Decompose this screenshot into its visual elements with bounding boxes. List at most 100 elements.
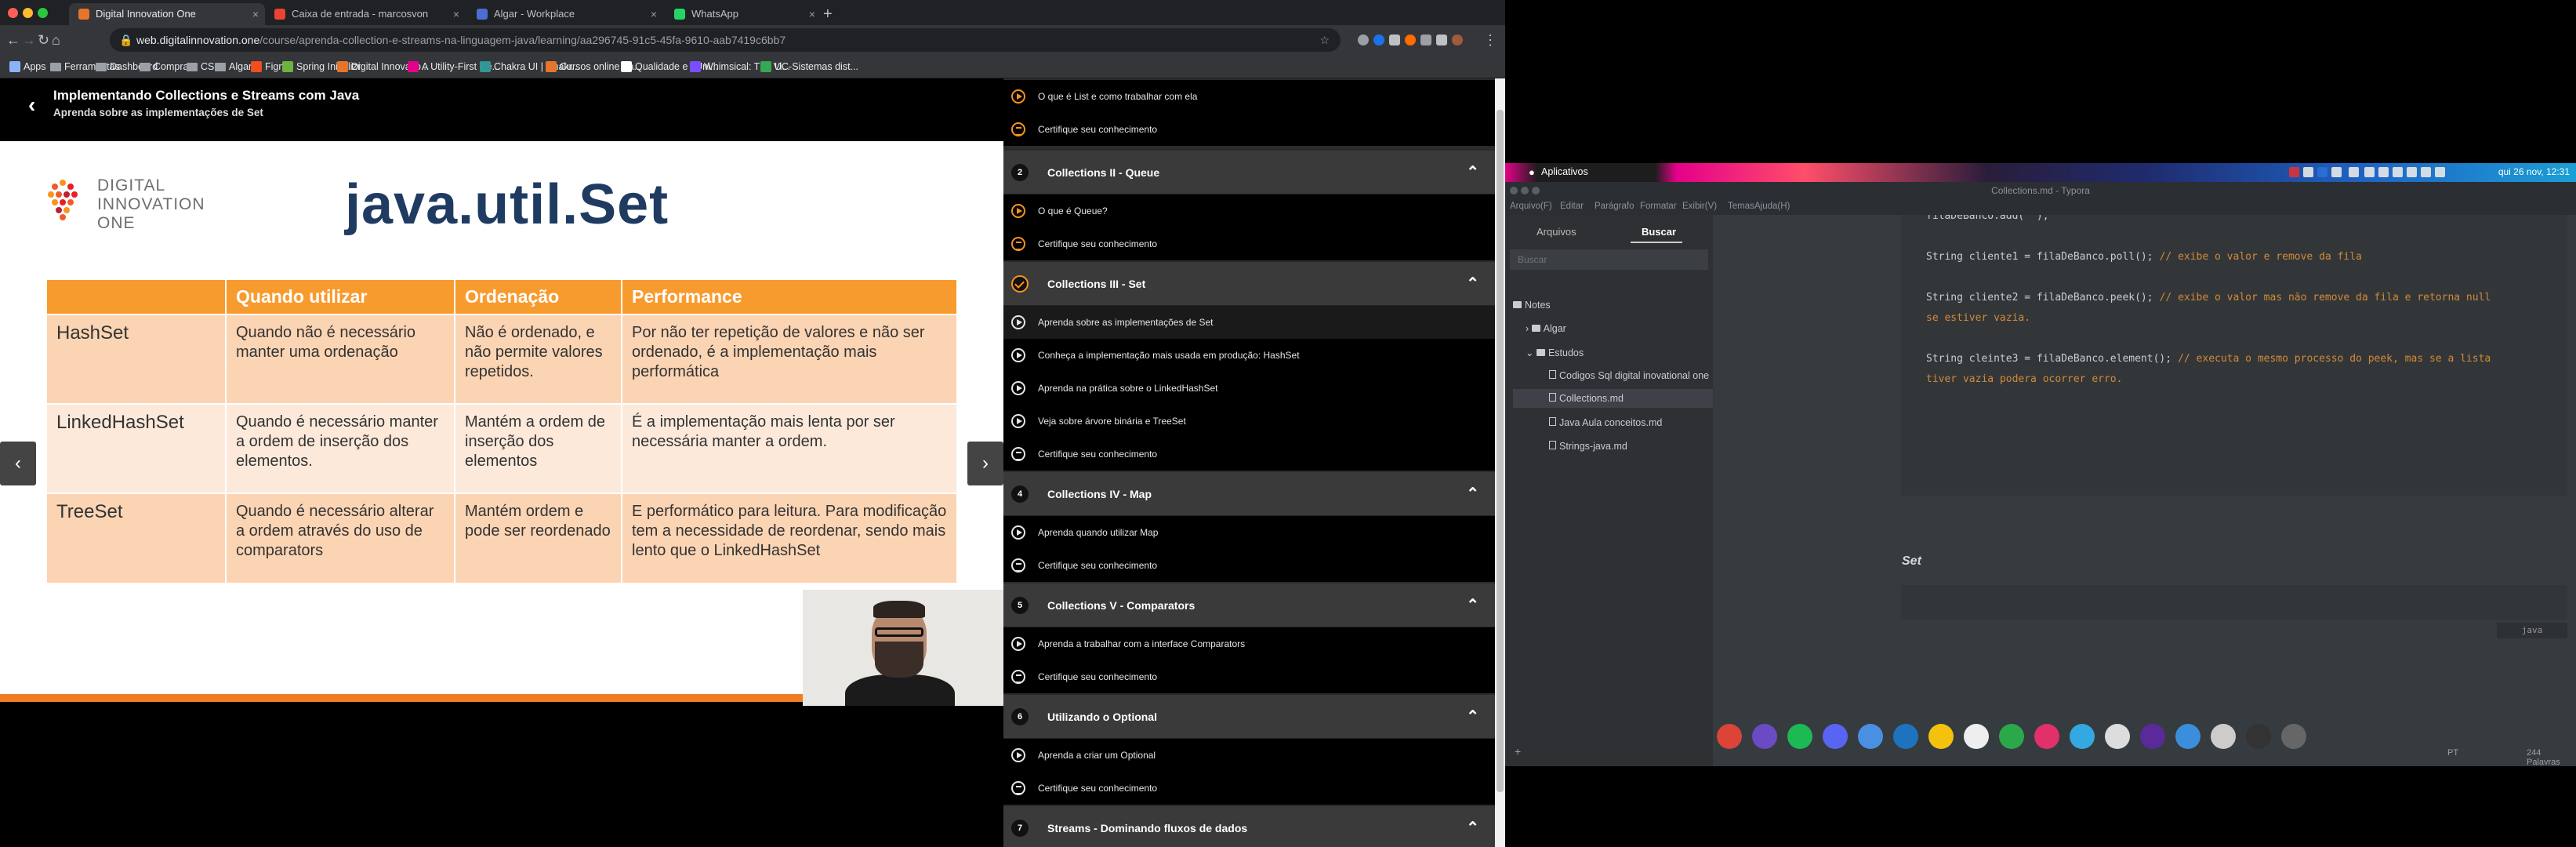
bookmark-item[interactable]: Algar (215, 60, 252, 74)
lesson-item[interactable]: Certifique seu conhecimento (1003, 438, 1495, 471)
module-header[interactable]: 5 Collections V - Comparators ⌃ (1003, 583, 1495, 627)
chevron-up-icon[interactable]: ⌃ (1466, 583, 1479, 627)
tab-files[interactable]: Arquivos (1537, 226, 1576, 238)
tree-item-algar[interactable]: › Algar (1526, 323, 1566, 334)
editor[interactable]: filaDeBanco.add(""); String cliente1 = fi… (1713, 215, 2576, 766)
vpn-icon[interactable] (2378, 167, 2389, 177)
extension-icon[interactable] (1405, 35, 1416, 45)
menu-item[interactable]: Ajuda(H) (1754, 202, 1790, 211)
tab-search[interactable]: Buscar (1642, 226, 1676, 238)
app-icon[interactable] (1928, 724, 1954, 749)
minimize-window-button[interactable] (1521, 187, 1529, 194)
app-icon[interactable] (1999, 724, 2024, 749)
extension-icon[interactable] (1358, 35, 1369, 45)
discord-icon[interactable] (1823, 724, 1848, 749)
puzzle-icon[interactable] (1420, 35, 1431, 45)
close-window-button[interactable] (1510, 187, 1518, 194)
menu-item[interactable]: Formatar (1640, 202, 1677, 211)
bookmark-star-icon[interactable]: ☆ (1319, 28, 1330, 52)
chevron-left-icon[interactable]: ‹ (28, 93, 35, 118)
settings-icon[interactable] (2407, 167, 2417, 177)
lesson-item[interactable]: Certifique seu conhecimento (1003, 113, 1495, 146)
lesson-item[interactable]: Aprenda quando utilizar Map (1003, 516, 1495, 549)
app-icon[interactable] (1964, 724, 1989, 749)
discord-bot-icon[interactable] (1752, 724, 1777, 749)
lesson-item[interactable]: Conheça a implementação mais usada em pr… (1003, 339, 1495, 372)
back-arrow-icon[interactable]: ← (6, 31, 20, 49)
bookmark-item[interactable]: Apps (9, 60, 46, 74)
close-icon[interactable]: × (809, 3, 815, 25)
module-header[interactable]: Collections III - Set ⌃ (1003, 262, 1495, 306)
module-header[interactable]: 6 Utilizando o Optional ⌃ (1003, 695, 1495, 739)
language-status[interactable]: PT (2447, 748, 2458, 758)
tree-item-file[interactable]: Java Aula conceitos.md (1549, 417, 1662, 428)
minimize-window-button[interactable] (23, 8, 33, 18)
close-icon[interactable]: × (252, 3, 259, 25)
address-bar[interactable]: 🔒 web.digitalinnovation.one/course/apren… (110, 28, 1341, 52)
lesson-item[interactable]: Aprenda sobre as implementações de Set (1003, 306, 1495, 339)
previous-slide-button[interactable]: ‹ (0, 442, 36, 485)
close-icon[interactable]: × (453, 3, 459, 25)
tray-icon[interactable] (2303, 167, 2313, 177)
tree-item-notes[interactable]: Notes (1513, 300, 1551, 311)
tree-item-estudos[interactable]: ⌄ Estudos (1526, 347, 1584, 358)
menu-item[interactable]: Temas (1728, 202, 1754, 211)
wifi-icon[interactable] (2349, 167, 2359, 177)
code-block[interactable]: filaDeBanco.add(""); String cliente1 = fi… (1901, 215, 2567, 496)
spotify-icon[interactable] (1787, 724, 1812, 749)
maximize-window-button[interactable] (38, 8, 48, 18)
word-count[interactable]: 244 Palavras (2527, 748, 2576, 767)
lesson-item[interactable]: Veja sobre árvore binária e TreeSet (1003, 405, 1495, 438)
tray-icon[interactable] (2331, 167, 2342, 177)
browser-tab[interactable]: WhatsApp × (665, 3, 822, 25)
add-file-button[interactable]: + (1515, 745, 1521, 758)
chevron-up-icon[interactable]: ⌃ (1466, 151, 1479, 194)
bluetooth-icon[interactable] (2364, 167, 2375, 177)
app-icon[interactable] (2175, 724, 2200, 749)
tree-item-file[interactable]: Strings-java.md (1549, 441, 1627, 452)
chevron-up-icon[interactable]: ⌃ (1466, 695, 1479, 739)
code-language-tag[interactable]: java (2497, 623, 2567, 638)
close-window-button[interactable] (8, 8, 18, 18)
lesson-item[interactable]: Aprenda a criar um Optional (1003, 739, 1495, 772)
next-slide-button[interactable]: › (967, 442, 1003, 485)
extension-icon[interactable] (1373, 35, 1384, 45)
bookmark-item[interactable]: Compras (140, 60, 194, 74)
volume-icon[interactable] (2435, 167, 2445, 177)
more-menu-icon[interactable]: ⋮ (1483, 31, 1497, 49)
apple-icon[interactable]: ● (1529, 166, 1535, 178)
app-icon[interactable] (2034, 724, 2059, 749)
app-icon[interactable] (2211, 724, 2236, 749)
network-icon[interactable] (2421, 167, 2431, 177)
home-icon[interactable]: ⌂ (52, 31, 60, 49)
tree-item-file[interactable]: Codigos Sql digital inovational one (1549, 370, 1709, 381)
terminal-icon[interactable] (2246, 724, 2271, 749)
empty-code-block[interactable] (1901, 585, 2567, 620)
close-icon[interactable]: × (651, 3, 657, 25)
module-header[interactable]: 7 Streams - Dominando fluxos de dados ⌃ (1003, 806, 1495, 847)
new-tab-button[interactable]: + (823, 3, 833, 25)
browser-tab[interactable]: Digital Innovation One × (69, 3, 265, 25)
browser-icon[interactable] (1858, 724, 1883, 749)
vscode-icon[interactable] (1893, 724, 1918, 749)
menu-item[interactable]: Editar (1560, 202, 1584, 211)
lesson-item[interactable]: Aprenda a trabalhar com a interface Comp… (1003, 627, 1495, 660)
chrome-icon[interactable] (1717, 724, 1742, 749)
tree-item-file-selected[interactable]: Collections.md (1513, 389, 1713, 408)
typora-icon[interactable] (2105, 724, 2130, 749)
forward-arrow-icon[interactable]: → (22, 31, 36, 49)
settings-icon[interactable] (2281, 724, 2306, 749)
app-icon[interactable] (2070, 724, 2095, 749)
app-icon[interactable] (2140, 724, 2165, 749)
lesson-item[interactable]: Certifique seu conhecimento (1003, 549, 1495, 582)
browser-tab[interactable]: Caixa de entrada - marcosvon × (265, 3, 466, 25)
avatar[interactable] (1452, 35, 1463, 45)
lesson-item[interactable]: O que é Queue? (1003, 194, 1495, 227)
tray-icon[interactable] (2317, 167, 2327, 177)
search-input[interactable]: Buscar (1510, 249, 1708, 270)
menu-item[interactable]: Arquivo(F) (1510, 202, 1552, 211)
sidebar-scrollbar[interactable] (1495, 78, 1505, 847)
maximize-window-button[interactable] (1532, 187, 1540, 194)
reload-icon[interactable]: ↻ (38, 31, 49, 49)
media-icon[interactable] (1436, 35, 1447, 45)
